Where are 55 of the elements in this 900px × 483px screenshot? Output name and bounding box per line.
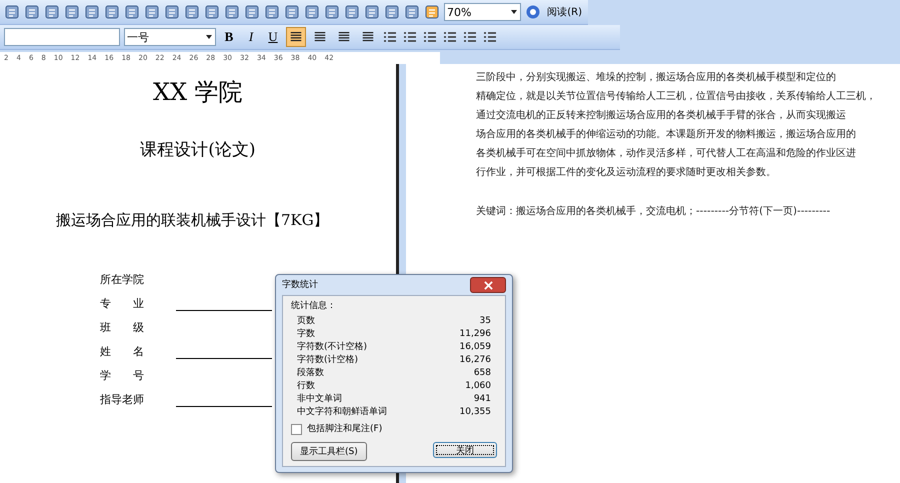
section-label: 统计信息： [291, 300, 337, 312]
stat-value: 941 [474, 393, 491, 405]
close-icon [484, 280, 492, 290]
zoom-dropdown[interactable]: 70% [444, 3, 522, 21]
format-button[interactable]: U [264, 28, 282, 46]
read-button[interactable]: 阅读(R) [545, 5, 584, 19]
stat-value: 658 [474, 367, 491, 379]
format-button[interactable]: I [242, 28, 260, 46]
stat-name: 字符数(不计空格) [297, 341, 368, 353]
dialog-title: 字数统计 [282, 279, 318, 291]
form-label: 学 号 [100, 368, 145, 383]
font-size-dropdown[interactable]: 一号 [124, 28, 216, 46]
paragraph-line: 三阶段中，分别实现搬运、堆垛的控制，搬运场合应用的各类机械手模型和定位的 [476, 70, 837, 85]
form-label: 指导老师 [100, 392, 145, 407]
stat-value: 35 [480, 315, 491, 327]
stat-name: 页数 [297, 315, 315, 327]
paragraph-line: 通过交流电机的正反转来控制搬运场合应用的各类机械手手臂的张合，从而实现搬运 [476, 108, 847, 123]
stat-name: 行数 [297, 380, 315, 392]
close-button[interactable] [470, 277, 506, 293]
stat-name: 字数 [297, 328, 315, 340]
font-dropdown[interactable] [4, 28, 120, 46]
dialog-button[interactable]: 显示工具栏(S) [291, 442, 367, 461]
checkbox-label[interactable]: 包括脚注和尾注(F) [307, 423, 382, 435]
paragraph-line: 精确定位，就是以关节位置信号传输给人工三机，位置信号由接收，关系传输给人工三机， [476, 90, 876, 104]
document-subtitle: 课程设计(论文) [140, 139, 256, 161]
align-lines-icon [337, 30, 351, 44]
stat-value: 16,059 [460, 341, 491, 353]
stat-value: 10,355 [460, 406, 491, 418]
form-label: 所在学院 [100, 272, 145, 287]
align-lines-icon [361, 30, 375, 44]
align-button[interactable] [286, 27, 306, 47]
checkbox[interactable] [291, 424, 302, 434]
document-title: XX 学院 [152, 77, 243, 108]
stat-name: 非中文单词 [297, 393, 342, 405]
stat-name: 中文字符和朝鲜语单词 [297, 406, 387, 418]
stat-name: 字符数(计空格) [297, 354, 358, 366]
align-lines-icon [313, 30, 327, 44]
keywords-text: 搬运场合应用的各类机械手，交流电机；---------分节符(下一页)--------- [516, 206, 830, 217]
paragraph-line: 场合应用的各类机械手的伸缩运动的功能。本课题所开发的物料搬运，搬运场合应用的 [476, 128, 857, 142]
form-label: 姓 名 [100, 344, 145, 359]
paragraph-line: 行作业，并可根据工件的变化及运动流程的要求随时更改相关参数。 [476, 166, 777, 180]
stat-value: 11,296 [460, 328, 491, 340]
thesis-title: 搬运场合应用的联装机械手设计【7KG】 [56, 211, 329, 230]
stat-value: 16,276 [460, 354, 491, 366]
caret-icon [205, 33, 213, 41]
stat-name: 段落数 [297, 367, 324, 379]
form-label: 班 级 [100, 320, 145, 335]
stat-value: 1,060 [465, 380, 491, 392]
align-lines-icon [289, 30, 303, 44]
caret-icon [510, 8, 518, 16]
paragraph-line: 各类机械手可在空间中抓放物体，动作灵活多样，可代替人工在高温和危险的作业区进 [476, 146, 857, 161]
form-label: 专 业 [100, 296, 145, 311]
keywords-label: 关键词： [476, 206, 516, 217]
format-button[interactable]: B [220, 28, 238, 46]
dialog-button[interactable]: 关闭 [433, 442, 497, 458]
